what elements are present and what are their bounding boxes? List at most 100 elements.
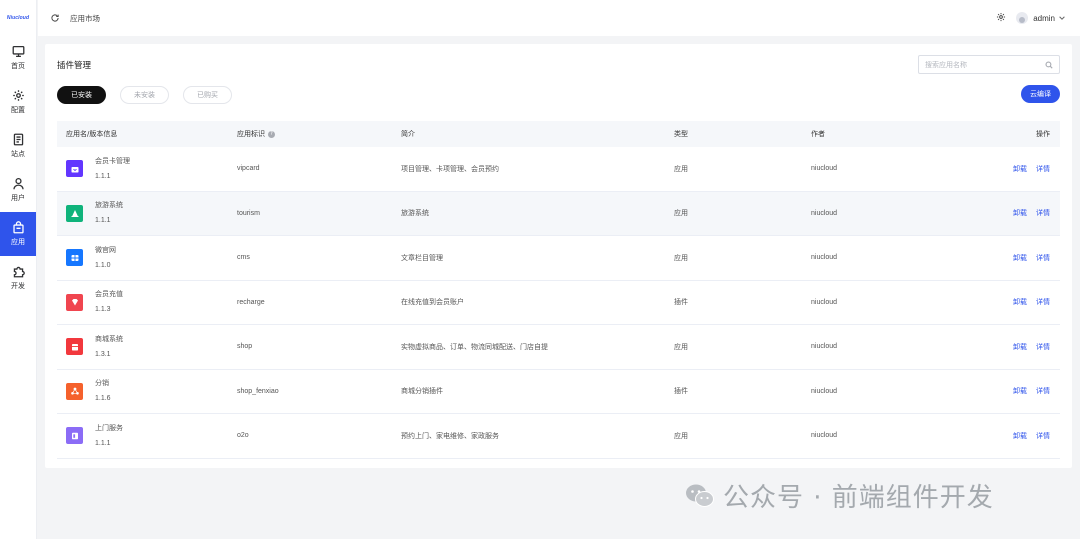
breadcrumb: 应用市场 (70, 13, 100, 23)
sidebar-item-config[interactable]: 配置 (0, 80, 36, 124)
chevron-down-icon (1059, 16, 1065, 20)
app-author: niucloud (811, 298, 838, 306)
sidebar-item-label: 首页 (11, 62, 25, 70)
service-icon (66, 427, 83, 445)
gear-icon (997, 12, 1006, 22)
app-type: 应用 (674, 253, 688, 262)
app-desc: 在线充值到会员账户 (401, 298, 464, 307)
uninstall-button[interactable]: 卸载 (1013, 208, 1027, 218)
settings-button[interactable] (996, 12, 1006, 24)
uninstall-button[interactable]: 卸载 (1013, 342, 1027, 352)
app-name: 分销 (95, 379, 109, 388)
app-version: 1.3.1 (95, 350, 111, 358)
column-header: 应用名/版本信息 (66, 130, 118, 138)
app-type: 应用 (674, 209, 688, 218)
sidebar-item-label: 配置 (11, 106, 25, 114)
username[interactable]: admin (1033, 14, 1055, 23)
app-desc: 文章栏目管理 (401, 253, 443, 262)
app-version: 1.1.6 (95, 395, 111, 403)
sidebar-item-apps[interactable]: 应用 (0, 212, 36, 256)
sidebar-item-site[interactable]: 站点 (0, 124, 36, 168)
uninstall-button[interactable]: 卸载 (1013, 164, 1027, 174)
app-desc: 实物虚拟商品、订单、物流同城配送、门店自提 (401, 342, 548, 351)
app-version: 1.1.3 (95, 306, 111, 314)
uninstall-button[interactable]: 卸载 (1013, 431, 1027, 441)
app-desc: 商城分销插件 (401, 387, 443, 396)
column-header: 类型 (674, 130, 688, 138)
column-header: 操作 (1036, 130, 1050, 138)
logo-text: Niucloud (6, 15, 30, 21)
app-key: tourism (237, 209, 260, 217)
detail-button[interactable]: 详情 (1036, 253, 1050, 263)
store-icon (66, 338, 83, 356)
app-desc: 项目管理、卡项管理、会员预约 (401, 164, 499, 173)
plugin-management-card: 插件管理 已安装 未安装 已购买 云编译 应用名/版本信息 应用标识? 简介 类… (45, 44, 1072, 468)
help-icon[interactable]: ? (268, 130, 275, 138)
uninstall-button[interactable]: 卸载 (1013, 253, 1027, 263)
sidebar-item-label: 站点 (11, 150, 25, 158)
app-author: niucloud (811, 209, 838, 217)
app-desc: 旅游系统 (401, 209, 429, 218)
user-icon (12, 177, 24, 190)
distribution-icon (66, 382, 83, 400)
gear-icon (12, 90, 24, 101)
monitor-icon (12, 45, 24, 58)
app-name: 微官网 (95, 245, 116, 254)
travel-icon (66, 204, 83, 222)
watermark: 公众号 · 前端组件开发 (685, 477, 994, 514)
detail-button[interactable]: 详情 (1036, 297, 1050, 307)
detail-button[interactable]: 详情 (1036, 342, 1050, 352)
detail-button[interactable]: 详情 (1036, 386, 1050, 396)
column-header: 作者 (811, 130, 825, 138)
app-type: 应用 (674, 164, 688, 173)
user-menu-toggle[interactable] (1058, 14, 1066, 22)
tab-not-installed[interactable]: 未安装 (120, 86, 169, 104)
sidebar-item-user[interactable]: 用户 (0, 168, 36, 212)
uninstall-button[interactable]: 卸载 (1013, 386, 1027, 396)
app-name: 旅游系统 (95, 201, 123, 210)
app-version: 1.1.1 (95, 217, 111, 225)
app-key: recharge (237, 298, 265, 306)
sidebar: Niucloud 首页 配置 站点 用户 应用 开发 (0, 0, 37, 539)
app-type: 插件 (674, 387, 688, 396)
app-type: 应用 (674, 342, 688, 351)
app-version: 1.1.0 (95, 261, 111, 269)
tab-purchased[interactable]: 已购买 (183, 86, 232, 104)
search-input[interactable] (925, 60, 1045, 69)
refresh-icon (51, 14, 59, 22)
table-row: 会员充值 1.1.3 recharge 在线充值到会员账户 插件 niucloud… (57, 281, 1060, 325)
logo[interactable]: Niucloud (0, 0, 36, 36)
detail-button[interactable]: 详情 (1036, 164, 1050, 174)
app-type: 插件 (674, 298, 688, 307)
table-header: 应用名/版本信息 应用标识? 简介 类型 作者 操作 (57, 121, 1060, 147)
app-key: shop (237, 343, 253, 351)
column-header-key: 应用标识? (237, 129, 401, 139)
app-author: niucloud (811, 387, 838, 395)
diamond-icon (66, 293, 83, 311)
sidebar-item-home[interactable]: 首页 (0, 36, 36, 80)
app-name: 上门服务 (95, 423, 123, 432)
cloud-compile-button[interactable]: 云编译 (1021, 85, 1060, 103)
detail-button[interactable]: 详情 (1036, 431, 1050, 441)
tab-installed[interactable]: 已安装 (57, 86, 106, 104)
sidebar-item-label: 开发 (11, 282, 25, 290)
app-key: shop_fenxiao (237, 387, 279, 395)
table-row: 上门服务 1.1.1 o2o 预约上门、家电维修、家政服务 应用 niucloud… (57, 414, 1060, 459)
uninstall-button[interactable]: 卸载 (1013, 297, 1027, 307)
app-name: 会员充值 (95, 290, 123, 299)
puzzle-icon (13, 266, 25, 278)
app-key: vipcard (237, 165, 260, 173)
shopping-bag-icon (12, 221, 24, 234)
app-name: 会员卡管理 (95, 156, 130, 165)
refresh-button[interactable] (50, 13, 60, 23)
table-row: 微官网 1.1.0 cms 文章栏目管理 应用 niucloud 卸载 详情 (57, 236, 1060, 281)
top-bar: 应用市场 admin (38, 0, 1080, 36)
app-author: niucloud (811, 254, 838, 262)
detail-button[interactable]: 详情 (1036, 208, 1050, 218)
table-row: 商城系统 1.3.1 shop 实物虚拟商品、订单、物流同城配送、门店自提 应用 … (57, 325, 1060, 370)
sidebar-item-dev[interactable]: 开发 (0, 256, 36, 300)
avatar[interactable] (1016, 12, 1029, 24)
search-box[interactable] (918, 55, 1060, 74)
gift-card-icon (66, 160, 83, 178)
search-icon[interactable] (1045, 60, 1053, 69)
